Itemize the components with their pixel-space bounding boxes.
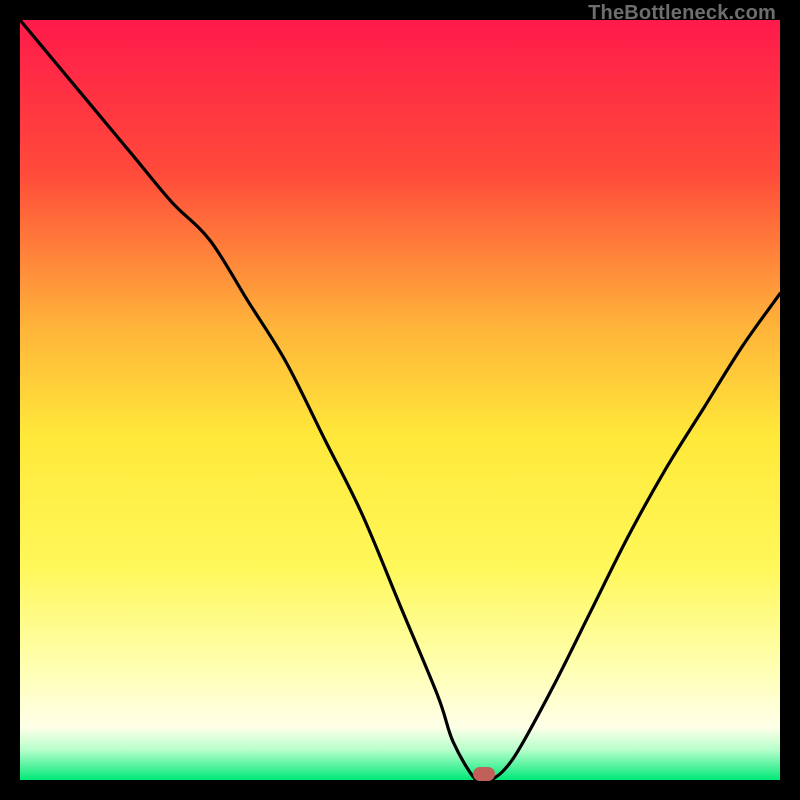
chart-frame xyxy=(20,20,780,780)
optimal-marker xyxy=(473,767,495,781)
watermark-text: TheBottleneck.com xyxy=(588,2,776,25)
plot-area xyxy=(20,20,780,780)
curve-layer xyxy=(20,20,780,780)
bottleneck-curve xyxy=(20,20,780,780)
